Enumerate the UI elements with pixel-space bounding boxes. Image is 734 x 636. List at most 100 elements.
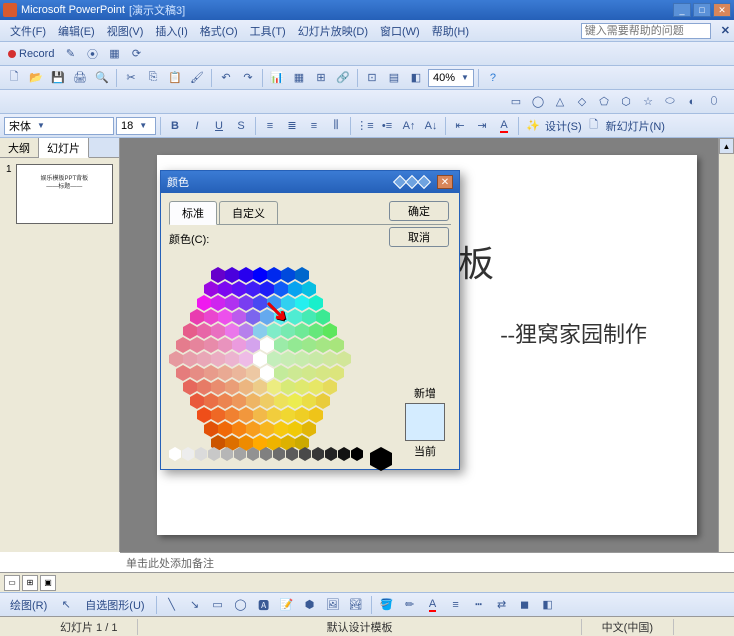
color-hex-cell[interactable] bbox=[295, 351, 309, 367]
gray-hex-cell[interactable] bbox=[338, 447, 350, 461]
new-slide-button[interactable]: 🗋 bbox=[584, 116, 604, 136]
color-hex-cell[interactable] bbox=[323, 351, 337, 367]
new-button[interactable]: 🗋 bbox=[4, 68, 24, 88]
menu-file[interactable]: 文件(F) bbox=[4, 21, 52, 41]
preview-button[interactable]: 🔍 bbox=[92, 68, 112, 88]
color-hex-cell[interactable] bbox=[253, 267, 267, 283]
shape-2[interactable]: ◯ bbox=[528, 92, 548, 112]
normal-view-button[interactable]: ▭ bbox=[4, 575, 20, 591]
color-hex-cell[interactable] bbox=[295, 267, 309, 283]
color-hex-cell[interactable] bbox=[225, 379, 239, 395]
color-hex-cell[interactable] bbox=[260, 421, 274, 437]
color-hex-cell[interactable] bbox=[260, 393, 274, 409]
color-hex-cell[interactable] bbox=[211, 295, 225, 311]
oval-button[interactable]: ◯ bbox=[231, 595, 251, 615]
color-hex-cell[interactable] bbox=[197, 323, 211, 339]
close-button[interactable]: ✕ bbox=[713, 3, 731, 17]
decrease-font-button[interactable]: A↓ bbox=[421, 116, 441, 136]
color-hex-cell[interactable] bbox=[232, 365, 246, 381]
color-hex-cell[interactable] bbox=[302, 337, 316, 353]
color-hex-cell[interactable] bbox=[316, 393, 330, 409]
color-hex-cell[interactable] bbox=[316, 337, 330, 353]
color-hex-cell[interactable] bbox=[225, 323, 239, 339]
numbering-button[interactable]: ⋮≡ bbox=[355, 116, 375, 136]
color-hex-cell[interactable] bbox=[281, 379, 295, 395]
arrow-button[interactable]: ↘ bbox=[185, 595, 205, 615]
gray-hex-cell[interactable] bbox=[312, 447, 324, 461]
paste-button[interactable]: 📋 bbox=[165, 68, 185, 88]
color-hex-cell[interactable] bbox=[239, 407, 253, 423]
color-hex-cell[interactable] bbox=[260, 337, 274, 353]
color-hex-cell[interactable] bbox=[218, 337, 232, 353]
clipart-button[interactable]: 🖼 bbox=[323, 595, 343, 615]
scroll-up-button[interactable]: ▲ bbox=[719, 138, 734, 154]
menu-tools[interactable]: 工具(T) bbox=[244, 21, 292, 41]
shape-4[interactable]: ◇ bbox=[572, 92, 592, 112]
ok-button[interactable]: 确定 bbox=[389, 201, 449, 221]
color-hex-cell[interactable] bbox=[225, 295, 239, 311]
color-hex-cell[interactable] bbox=[316, 309, 330, 325]
color-hex-cell[interactable] bbox=[197, 295, 211, 311]
color-hex-cell[interactable] bbox=[246, 365, 260, 381]
copy-button[interactable]: ⎘ bbox=[143, 68, 163, 88]
slides-tab[interactable]: 幻灯片 bbox=[39, 138, 89, 158]
color-hex-cell[interactable] bbox=[204, 281, 218, 297]
color-hex-cell[interactable] bbox=[218, 309, 232, 325]
doc-close-button[interactable]: ✕ bbox=[721, 24, 730, 37]
color-hex-cell[interactable] bbox=[281, 351, 295, 367]
color-hex-cell[interactable] bbox=[218, 393, 232, 409]
color-hex-cell[interactable] bbox=[232, 309, 246, 325]
color-hex-cell[interactable] bbox=[176, 337, 190, 353]
slideshow-view-button[interactable]: ▣ bbox=[40, 575, 56, 591]
color-hex-cell[interactable] bbox=[218, 365, 232, 381]
color-hex-cell[interactable] bbox=[288, 365, 302, 381]
color-hex-cell[interactable] bbox=[281, 267, 295, 283]
shape-6[interactable]: ⬡ bbox=[616, 92, 636, 112]
color-hex-cell[interactable] bbox=[253, 351, 267, 367]
color-hex-cell[interactable] bbox=[211, 407, 225, 423]
font-size-combo[interactable]: 18▼ bbox=[116, 117, 156, 135]
color-hex-cell[interactable] bbox=[232, 421, 246, 437]
zoom-combo[interactable]: 40%▼ bbox=[428, 69, 474, 87]
shape-1[interactable]: ▭ bbox=[506, 92, 526, 112]
color-hex-cell[interactable] bbox=[239, 351, 253, 367]
align-center-button[interactable]: ≣ bbox=[282, 116, 302, 136]
picture-button[interactable]: 🏞 bbox=[346, 595, 366, 615]
color-hex-cell[interactable] bbox=[246, 337, 260, 353]
color-hex-cell[interactable] bbox=[197, 407, 211, 423]
color-hex-cell[interactable] bbox=[309, 407, 323, 423]
color-hex-cell[interactable] bbox=[232, 281, 246, 297]
color-hex-cell[interactable] bbox=[204, 309, 218, 325]
color-hex-cell[interactable] bbox=[190, 393, 204, 409]
shadow-style-button[interactable]: ◼ bbox=[515, 595, 535, 615]
cancel-button[interactable]: 取消 bbox=[389, 227, 449, 247]
newslide-label[interactable]: 新幻灯片(N) bbox=[606, 118, 665, 134]
color-hex-cell[interactable] bbox=[225, 267, 239, 283]
help-search-input[interactable] bbox=[581, 23, 711, 39]
color-hex-cell[interactable] bbox=[330, 337, 344, 353]
tool-1[interactable]: ✎ bbox=[60, 44, 80, 64]
color-hex-cell[interactable] bbox=[330, 365, 344, 381]
color-hex-cell[interactable] bbox=[288, 421, 302, 437]
shape-9[interactable]: ◐ bbox=[682, 92, 702, 112]
custom-tab[interactable]: 自定义 bbox=[219, 201, 278, 224]
color-hex-cell[interactable] bbox=[309, 323, 323, 339]
shape-7[interactable]: ☆ bbox=[638, 92, 658, 112]
color-hex-cell[interactable] bbox=[246, 281, 260, 297]
color-hex-cell[interactable] bbox=[323, 379, 337, 395]
color-hex-cell[interactable] bbox=[288, 393, 302, 409]
color-hex-cell[interactable] bbox=[295, 407, 309, 423]
line-button[interactable]: ╲ bbox=[162, 595, 182, 615]
color-hex-cell[interactable] bbox=[253, 379, 267, 395]
menu-help[interactable]: 帮助(H) bbox=[426, 21, 475, 41]
color-hex-cell[interactable] bbox=[267, 379, 281, 395]
align-left-button[interactable]: ≡ bbox=[260, 116, 280, 136]
tool-3[interactable]: ▦ bbox=[104, 44, 124, 64]
tool-2[interactable]: ⦿ bbox=[82, 44, 102, 64]
textbox-button[interactable]: 🅰 bbox=[254, 595, 274, 615]
font-color-button[interactable]: A bbox=[494, 116, 514, 136]
color-hex-cell[interactable] bbox=[295, 379, 309, 395]
color-hex-cell[interactable] bbox=[274, 337, 288, 353]
underline-button[interactable]: U bbox=[209, 116, 229, 136]
color-hex-cell[interactable] bbox=[232, 393, 246, 409]
